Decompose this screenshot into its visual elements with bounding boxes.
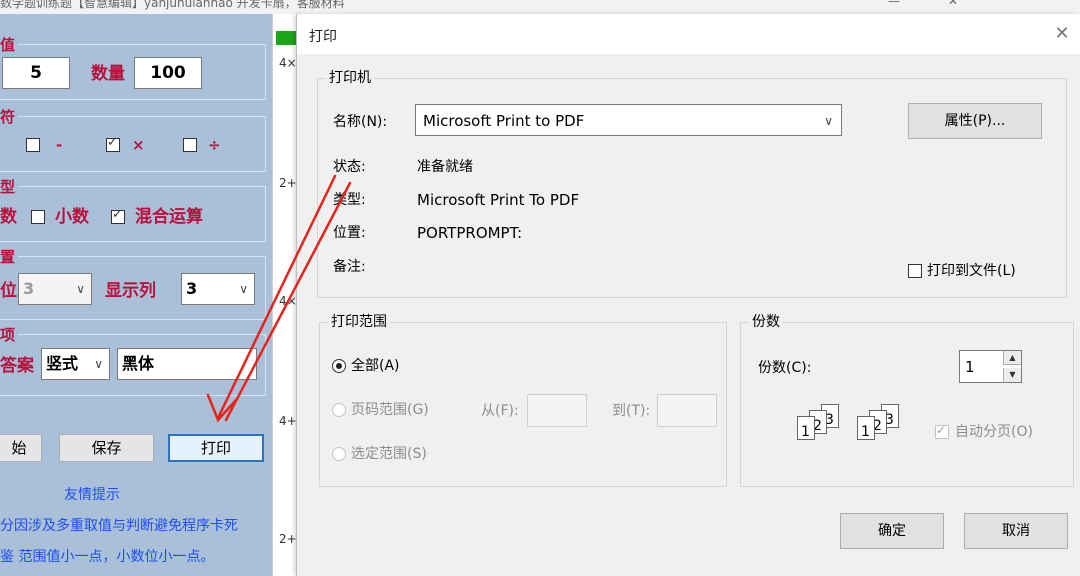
preview-row-2: 2+ [279, 176, 297, 190]
answer-style-value: 竖式 [46, 354, 79, 373]
type-value: Microsoft Print To PDF [417, 191, 580, 209]
decimal-digits-select[interactable]: 3 ∨ [18, 273, 92, 305]
print-to-file-label: 打印到文件(L) [927, 263, 1016, 279]
type-prefix-label: 数 [0, 207, 17, 227]
range-to-input[interactable] [657, 394, 717, 427]
preview-row-5: 2+ [279, 532, 297, 546]
range-selection-radio[interactable] [332, 447, 346, 461]
decimal-digits-value: 3 [23, 279, 35, 298]
type-label: 类型: [333, 192, 366, 208]
range-pages-label: 页码范围(G) [351, 402, 429, 418]
dialog-titlebar: 打印 ✕ [297, 14, 1080, 54]
page-icon: 1 [857, 416, 875, 440]
operator-divide-label: ÷ [208, 136, 221, 154]
range-all-radio[interactable] [332, 359, 346, 373]
page-icon: 1 [797, 416, 815, 440]
worksheet-preview-strip: 4× 2+ 4× 4+ 2+ [272, 14, 297, 576]
operator-times-label: × [132, 136, 145, 154]
tips-line-2: 鉴 范围值小一点，小数位小一点。 [0, 549, 215, 565]
print-dialog: 打印 ✕ 打印机 名称(N): Microsoft Print to PDF ∨… [296, 14, 1080, 576]
chevron-down-icon: ∨ [824, 114, 833, 128]
font-select[interactable]: 黑体 [117, 348, 257, 380]
range-selection-label: 选定范围(S) [351, 446, 427, 462]
printer-section-title: 打印机 [326, 69, 374, 87]
printer-name-value: Microsoft Print to PDF [423, 112, 585, 130]
range-all-label: 全部(A) [351, 358, 400, 374]
collate-label: 自动分页(O) [955, 424, 1033, 440]
comment-label: 备注: [333, 259, 366, 275]
preview-row-3: 4× [279, 294, 297, 308]
properties-button[interactable]: 属性(P)... [908, 103, 1042, 139]
chevron-down-icon: ∨ [94, 357, 103, 371]
digits-prefix-label: 位 [0, 281, 17, 301]
tips-title: 友情提示 [64, 487, 120, 503]
decimal-checkbox[interactable] [31, 210, 45, 224]
group-label-value: 值 [0, 36, 19, 54]
decimal-label: 小数 [55, 207, 89, 227]
count-input[interactable]: 100 [134, 57, 202, 89]
spin-up-icon[interactable]: ▲ [1003, 351, 1021, 365]
font-value: 黑体 [122, 354, 155, 373]
copies-count-value: 1 [965, 358, 975, 376]
printer-name-label: 名称(N): [333, 114, 388, 130]
chevron-down-icon: ∨ [76, 282, 85, 296]
range-to-label: 到(T): [612, 403, 651, 419]
status-label: 状态: [333, 159, 366, 175]
display-columns-value: 3 [186, 279, 198, 298]
settings-panel: 值 5 数量 100 符 - × ÷ 型 数 小数 混合运算 置 位 3 ∨ [0, 14, 272, 576]
answer-label: 答案 [0, 356, 34, 376]
status-value: 准备就绪 [417, 159, 473, 175]
mixed-operation-checkbox[interactable] [111, 207, 125, 224]
background-titlebar: 数学题训练题【智慧编辑】yanjunulanhao 开发卡扇，客服材料 — ✕ [0, 0, 1080, 14]
copies-section-title: 份数 [749, 313, 783, 331]
print-to-file-checkbox[interactable] [908, 264, 922, 278]
background-window-title: 数学题训练题【智慧编辑】yanjunulanhao 开发卡扇，客服材料 [0, 0, 345, 10]
operator-divide-checkbox[interactable] [183, 138, 197, 152]
group-label-type: 型 [0, 178, 19, 196]
tips-line-1: 分因涉及多重取值与判断避免程序卡死 [0, 518, 238, 534]
printer-name-select[interactable]: Microsoft Print to PDF ∨ [415, 104, 842, 136]
preview-row-4: 4+ [279, 414, 297, 428]
collate-illustration-2: 3 2 1 [849, 404, 909, 454]
mixed-operation-label: 混合运算 [135, 207, 203, 227]
dialog-title: 打印 [309, 29, 337, 45]
collate-checkbox[interactable] [935, 423, 949, 439]
display-columns-label: 显示列 [105, 281, 156, 301]
preview-row-1: 4× [279, 56, 297, 70]
location-value: PORTPROMPT: [417, 224, 523, 242]
range-from-label: 从(F): [481, 403, 519, 419]
display-columns-select[interactable]: 3 ∨ [181, 273, 255, 305]
save-button[interactable]: 保存 [59, 434, 154, 462]
count-label: 数量 [91, 64, 125, 84]
ok-button[interactable]: 确定 [840, 513, 944, 549]
cancel-button[interactable]: 取消 [964, 513, 1068, 549]
location-label: 位置: [333, 225, 366, 241]
answer-style-select[interactable]: 竖式 ∨ [41, 348, 110, 380]
close-icon[interactable]: ✕ [1051, 23, 1073, 45]
start-button[interactable]: 始 [0, 434, 42, 462]
minimize-icon[interactable]: — [888, 0, 900, 8]
progress-indicator [276, 31, 296, 45]
range-from-input[interactable] [527, 394, 587, 427]
spin-down-icon[interactable]: ▼ [1003, 368, 1021, 382]
group-label-options: 项 [0, 326, 19, 344]
group-label-operators: 符 [0, 108, 19, 126]
operator-minus-label: - [56, 136, 63, 154]
range-pages-radio[interactable] [332, 403, 346, 417]
close-icon[interactable]: ✕ [948, 0, 958, 8]
print-button[interactable]: 打印 [168, 434, 264, 462]
copies-count-label: 份数(C): [758, 360, 812, 376]
chevron-down-icon: ∨ [239, 282, 248, 296]
copies-count-spinner[interactable]: 1 ▲ ▼ [959, 350, 1022, 383]
print-range-section-title: 打印范围 [328, 313, 390, 331]
operator-minus-checkbox[interactable] [26, 138, 40, 152]
operator-times-checkbox[interactable] [106, 135, 120, 152]
range-value-input[interactable]: 5 [2, 57, 70, 89]
group-label-position: 置 [0, 248, 19, 266]
collate-illustration-1: 3 2 1 [789, 404, 849, 454]
